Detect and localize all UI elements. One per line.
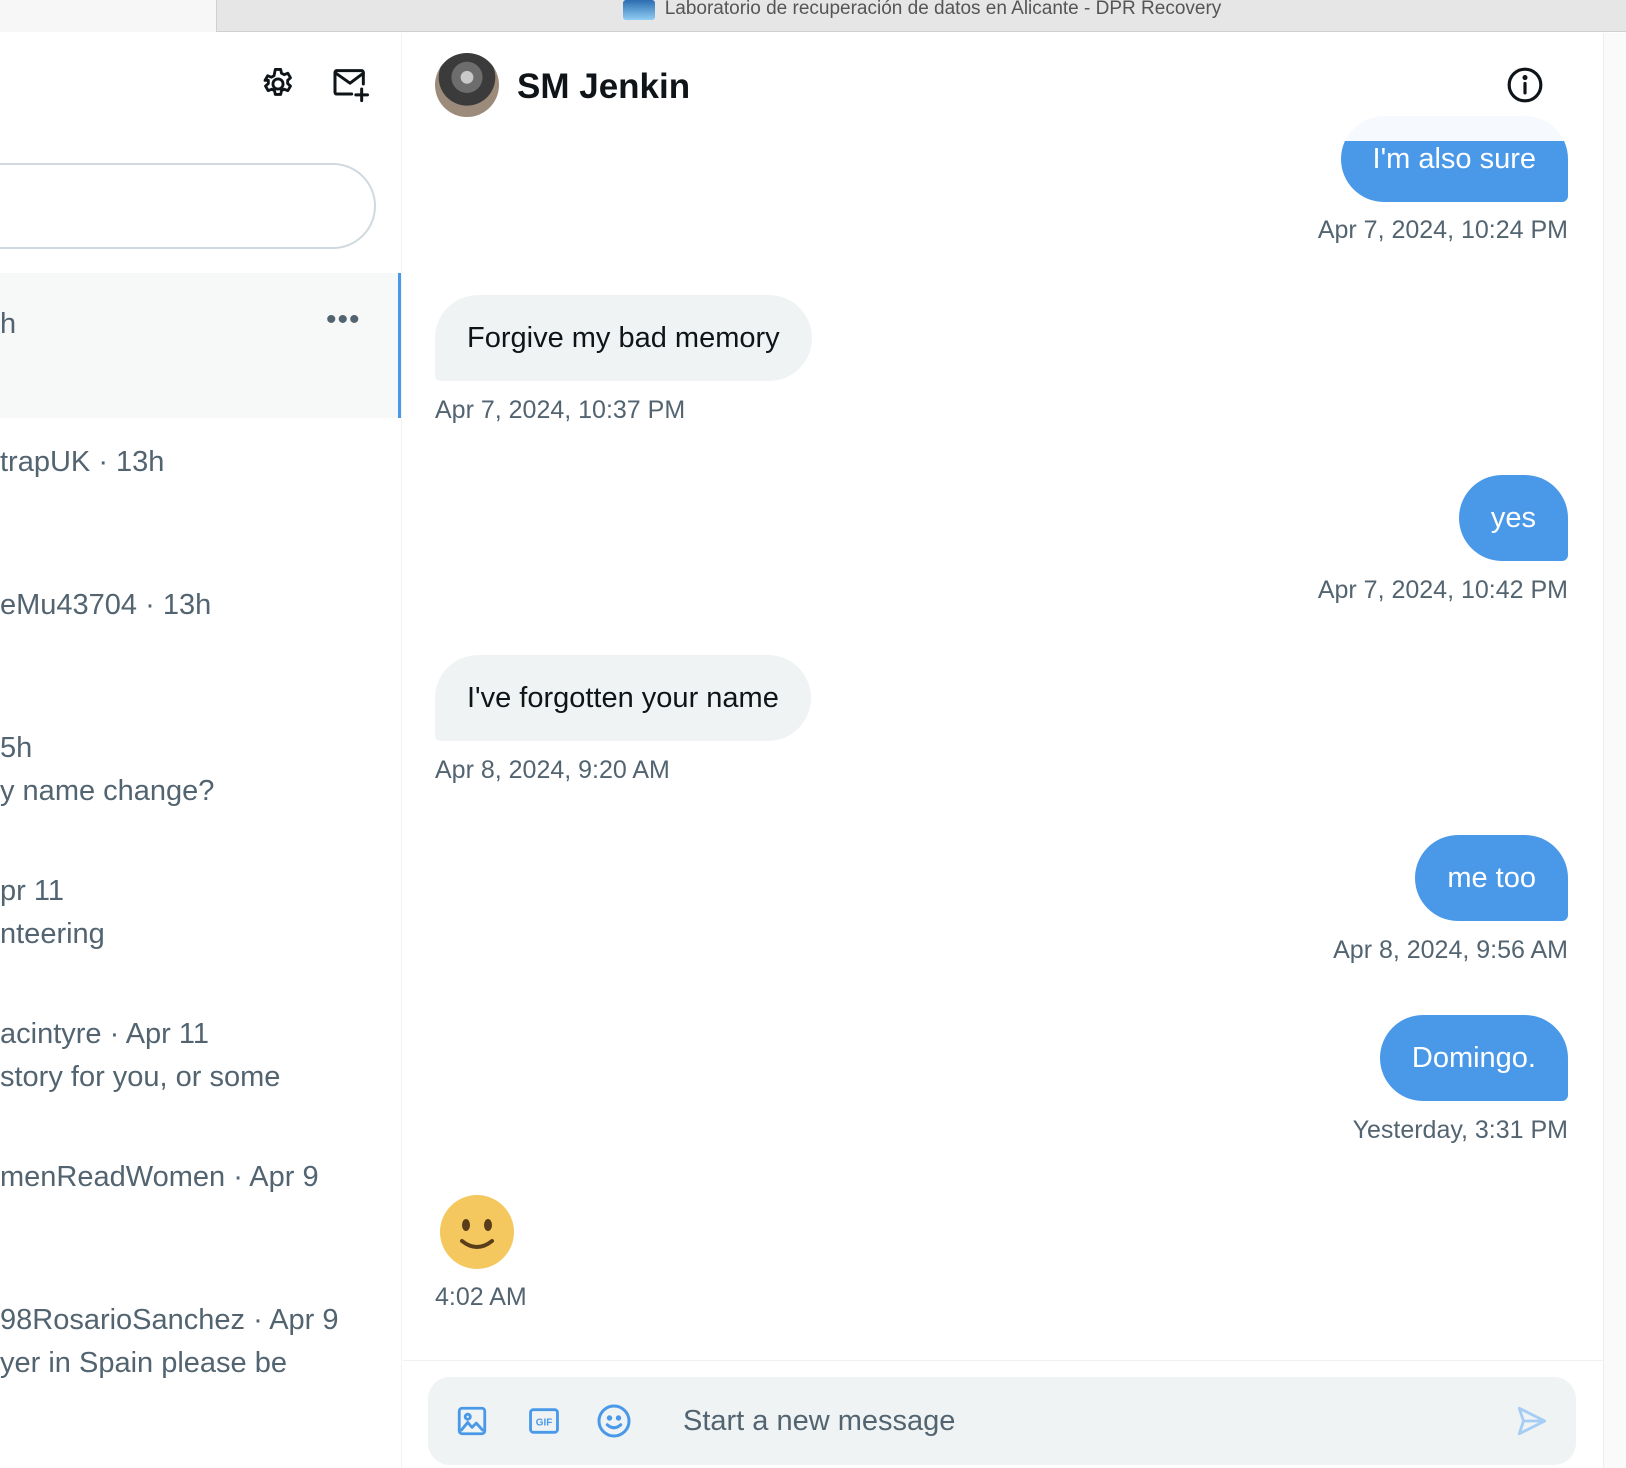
browser-tab-active[interactable]: Laboratorio de recuperación de datos en … [218,0,1626,32]
conversation-title: 98RosarioSanchez · Apr 9 [0,1304,339,1336]
conversation-item[interactable]: trapUK · 13h [0,418,401,563]
message-timestamp: Apr 7, 2024, 10:37 PM [435,396,686,424]
conversation-title: h [0,308,17,340]
conversation-list-panel: h ••• trapUK · 13h eMu43704 · 13h 5h y n… [0,33,402,1468]
conversation-title: eMu43704 · 13h [0,589,212,621]
conversation-preview: story for you, or some [0,1061,281,1093]
contact-name[interactable]: SM Jenkin [517,67,690,107]
browser-tab-inactive[interactable] [0,0,217,32]
message-bubble-incoming[interactable]: I've forgotten your name [435,655,811,741]
message-composer: GIF [428,1377,1576,1465]
info-button[interactable] [1501,61,1549,109]
conversation-preview: nteering [0,918,105,950]
gear-icon [263,68,292,96]
message-timestamp: Apr 8, 2024, 9:20 AM [435,756,670,784]
tab-favicon-icon [622,0,655,20]
conversation-preview: yer in Spain please be [0,1347,287,1379]
message-timestamp: Apr 7, 2024, 10:42 PM [1317,576,1568,604]
conversation-item[interactable]: h ••• [0,273,401,418]
more-horizontal-icon[interactable]: ••• [326,303,361,337]
conversation-title: trapUK · 13h [0,446,165,478]
media-button[interactable] [448,1397,496,1445]
mail-plus-icon [333,69,369,103]
composer-divider [403,1360,1603,1361]
search-input[interactable] [0,163,376,249]
emoji-icon [597,1404,631,1438]
conversation-item[interactable]: 98RosarioSanchez · Apr 9 yer in Spain pl… [0,1288,401,1468]
conversation-item[interactable]: pr 11 nteering [0,853,401,998]
browser-tabstrip: Laboratorio de recuperación de datos en … [0,0,1626,32]
conversation-title: 5h [0,732,33,764]
conversation-title: acintyre · Apr 11 [0,1018,210,1050]
message-timestamp: 4:02 AM [435,1283,527,1311]
message-timestamp: Yesterday, 3:31 PM [1352,1116,1568,1144]
conversation-item[interactable]: 5h y name change? [0,708,401,853]
message-timestamp: Apr 7, 2024, 10:24 PM [1317,216,1568,244]
message-input[interactable] [683,1397,1443,1445]
gif-icon: GIF [529,1408,559,1434]
send-button[interactable] [1508,1397,1556,1445]
conversation-item[interactable]: acintyre · Apr 11 story for you, or some [0,998,401,1143]
message-bubble-outgoing[interactable]: me too [1415,835,1568,921]
image-icon [457,1406,487,1436]
svg-text:GIF: GIF [536,1417,553,1428]
conversation-title: pr 11 [0,875,64,907]
emoji-button[interactable] [590,1397,638,1445]
message-bubble-outgoing[interactable]: Domingo. [1379,1015,1568,1101]
scrollbar[interactable] [1603,33,1626,1468]
slightly-smiling-face-icon[interactable] [440,1195,514,1269]
message-bubble-outgoing[interactable]: yes [1458,475,1568,561]
chat-header: SM Jenkin [403,33,1603,141]
new-message-button[interactable] [326,60,374,108]
conversation-item[interactable]: eMu43704 · 13h [0,563,401,708]
message-bubble-incoming[interactable]: Forgive my bad memory [435,295,812,381]
send-icon [1517,1406,1547,1436]
settings-button[interactable] [254,60,302,108]
gif-button[interactable]: GIF [520,1397,568,1445]
tab-title: Laboratorio de recuperación de datos en … [664,0,1222,19]
conversation-preview: y name change? [0,775,215,807]
message-timestamp: Apr 8, 2024, 9:56 AM [1333,936,1568,964]
avatar[interactable] [435,53,499,117]
info-icon [1507,67,1543,103]
conversation-title: menReadWomen · Apr 9 [0,1161,319,1193]
conversation-item[interactable]: menReadWomen · Apr 9 [0,1143,401,1288]
